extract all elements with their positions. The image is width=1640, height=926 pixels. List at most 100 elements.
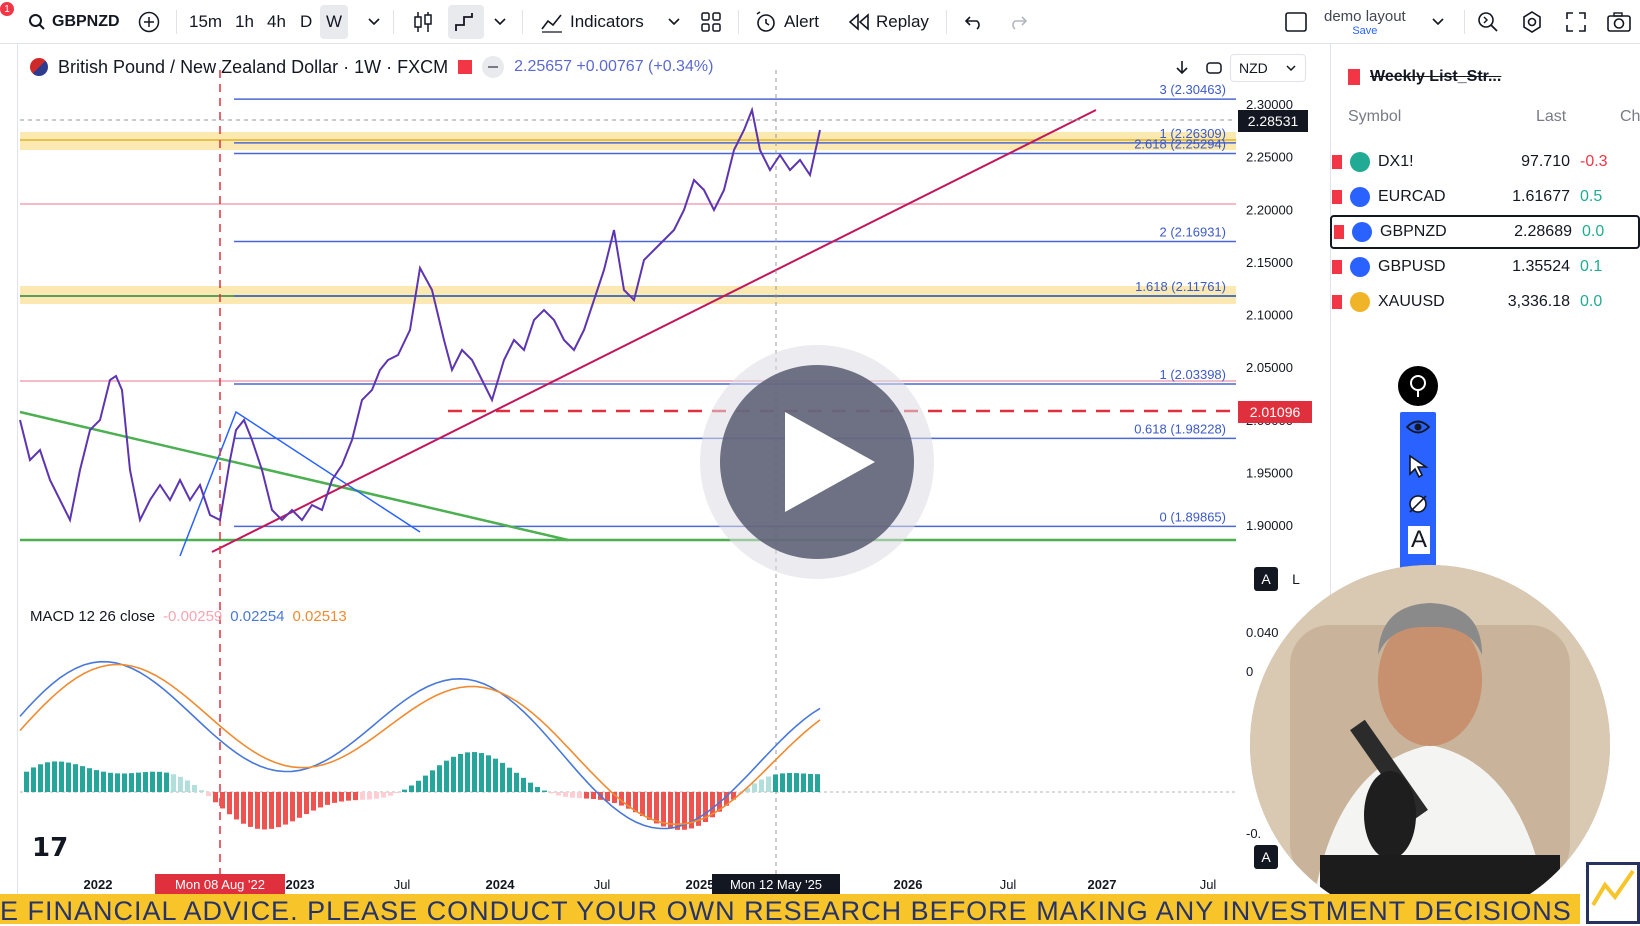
chart-legend: British Pound / New Zealand Dollar · 1W … bbox=[30, 56, 713, 78]
price-tick: 2.05000 bbox=[1246, 360, 1293, 375]
download-button[interactable] bbox=[1170, 56, 1194, 80]
macd-auto-scale-button[interactable]: A bbox=[1254, 845, 1278, 869]
settings-button[interactable] bbox=[1520, 0, 1544, 44]
fullscreen-button[interactable] bbox=[1565, 0, 1587, 44]
price-chart[interactable]: 2.30000 2.25000 2.20000 2.15000 2.10000 2.050… bbox=[0, 44, 1330, 894]
macd-hist-bar bbox=[353, 792, 358, 801]
add-symbol-button[interactable] bbox=[138, 0, 160, 44]
macd-hist-bar bbox=[577, 792, 582, 799]
macd-hist-bar bbox=[129, 773, 134, 792]
grid-icon bbox=[701, 12, 721, 32]
row-change: 0.0 bbox=[1582, 223, 1605, 240]
pin-button[interactable] bbox=[1398, 366, 1438, 406]
row-last: 97.710 bbox=[1521, 153, 1570, 170]
auto-scale-button[interactable]: A bbox=[1254, 567, 1278, 591]
macd-hist-bar bbox=[220, 792, 225, 809]
watchlist-row[interactable]: GBPUSD 1.35524 0.1 bbox=[1330, 250, 1640, 284]
macd-hist-bar bbox=[458, 753, 463, 792]
candlestick-icon bbox=[414, 12, 432, 32]
time-tick: 2024 bbox=[486, 877, 516, 892]
save-label: Save bbox=[1352, 24, 1378, 37]
macd-hist-bar bbox=[521, 777, 526, 792]
undo-button[interactable] bbox=[964, 0, 984, 44]
line-chart-type-button[interactable] bbox=[448, 5, 484, 39]
replay-button[interactable]: Replay bbox=[848, 0, 929, 44]
macd-hist-bar bbox=[416, 780, 421, 792]
log-scale-button[interactable]: L bbox=[1284, 567, 1308, 591]
macd-hist-bar bbox=[493, 758, 498, 792]
alarm-clock-icon bbox=[756, 11, 775, 32]
pair-flag-icon bbox=[30, 58, 48, 76]
macd-hist-bar bbox=[234, 792, 239, 820]
col-symbol-header[interactable]: Symbol bbox=[1348, 108, 1401, 126]
eye-icon[interactable] bbox=[1405, 418, 1431, 441]
currency-select[interactable]: NZD bbox=[1230, 54, 1306, 82]
macd-hist-bar bbox=[486, 755, 491, 792]
macd-hist-bar bbox=[171, 774, 176, 792]
symbol-search[interactable]: GBPNZD bbox=[28, 0, 120, 44]
macd-hist-bar bbox=[549, 792, 554, 794]
layout-menu-button[interactable] bbox=[1284, 0, 1308, 44]
macd-hist-bar bbox=[801, 773, 806, 792]
indicators-dropdown[interactable] bbox=[668, 0, 680, 44]
snapshot-button[interactable] bbox=[1606, 0, 1632, 44]
row-flag-icon[interactable] bbox=[1332, 295, 1342, 309]
watchlist-row[interactable]: DX1! 97.710 -0.3 bbox=[1330, 145, 1640, 179]
layouts-button[interactable] bbox=[700, 0, 722, 44]
chart-title[interactable]: British Pound / New Zealand Dollar · 1W … bbox=[58, 57, 448, 78]
watchlist-row[interactable]: EURCAD 1.61677 0.5 bbox=[1330, 180, 1640, 214]
col-change-header[interactable]: Ch bbox=[1620, 108, 1640, 126]
macd-hist-bar bbox=[311, 792, 316, 811]
row-flag-icon[interactable] bbox=[1332, 260, 1342, 274]
interval-dropdown[interactable] bbox=[368, 0, 380, 44]
macd-hist-bar bbox=[31, 767, 36, 792]
fullscreen-icon bbox=[1566, 12, 1586, 32]
row-flag-icon[interactable] bbox=[1334, 225, 1344, 239]
measure-icon[interactable] bbox=[1406, 492, 1430, 521]
cursor-icon[interactable] bbox=[1408, 454, 1430, 483]
macd-hist-bar bbox=[759, 779, 764, 792]
tradingview-logo: 17 bbox=[32, 833, 68, 863]
sync-button[interactable] bbox=[1202, 56, 1226, 80]
row-flag-icon[interactable] bbox=[1332, 155, 1342, 169]
quick-search-button[interactable] bbox=[1476, 0, 1500, 44]
macd-hist-bar bbox=[101, 771, 106, 792]
fib-level-label: 0 (1.89865) bbox=[1160, 509, 1227, 524]
layout-name[interactable]: demo layout Save bbox=[1324, 0, 1406, 44]
step-line-icon bbox=[455, 13, 473, 31]
notification-badge[interactable]: 1 bbox=[0, 2, 14, 16]
presenter-webcam bbox=[1250, 565, 1610, 924]
row-last: 2.28689 bbox=[1514, 223, 1572, 240]
level-price-value: 2.01096 bbox=[1250, 404, 1301, 420]
interval-4h[interactable]: 4h bbox=[267, 0, 286, 44]
interval-w[interactable]: W bbox=[320, 5, 349, 39]
collapse-legend-button[interactable] bbox=[482, 56, 505, 78]
alert-button[interactable]: Alert bbox=[754, 0, 819, 44]
macd-hist-bar bbox=[136, 772, 141, 792]
flag-marker-icon[interactable] bbox=[458, 60, 473, 74]
watchlist-title-bar[interactable]: Weekly List_Str... bbox=[1348, 68, 1501, 86]
col-last-header[interactable]: Last bbox=[1536, 108, 1566, 126]
macd-hist-bar bbox=[199, 790, 204, 792]
redo-button[interactable] bbox=[1008, 0, 1028, 44]
macd-hist-bar bbox=[794, 773, 799, 792]
row-flag-icon[interactable] bbox=[1332, 190, 1342, 204]
chart-type-dropdown[interactable] bbox=[494, 0, 506, 44]
interval-d[interactable]: D bbox=[300, 0, 312, 44]
indicators-button[interactable]: Indicators bbox=[540, 0, 644, 44]
macd-hist-bar bbox=[465, 752, 470, 792]
search-icon bbox=[29, 14, 45, 30]
interval-15m[interactable]: 15m bbox=[189, 0, 222, 44]
watchlist-row[interactable]: XAUUSD 3,336.18 0.0 bbox=[1330, 285, 1640, 319]
interval-1h[interactable]: 1h bbox=[235, 0, 254, 44]
macd-hist-bar bbox=[563, 792, 568, 797]
price-tick: 2.15000 bbox=[1246, 255, 1293, 270]
candles-chart-type-button[interactable] bbox=[412, 0, 434, 44]
text-tool-icon[interactable]: A bbox=[1408, 526, 1430, 554]
layout-dropdown[interactable] bbox=[1432, 0, 1444, 44]
macd-legend: MACD 12 26 close -0.00259 0.02254 0.0251… bbox=[30, 608, 347, 625]
layout-square-icon bbox=[1285, 12, 1307, 32]
watchlist-row[interactable]: GBPNZD 2.28689 0.0 bbox=[1330, 215, 1640, 249]
floating-drawing-tools: A bbox=[1400, 412, 1436, 572]
redo-icon bbox=[1012, 16, 1028, 30]
